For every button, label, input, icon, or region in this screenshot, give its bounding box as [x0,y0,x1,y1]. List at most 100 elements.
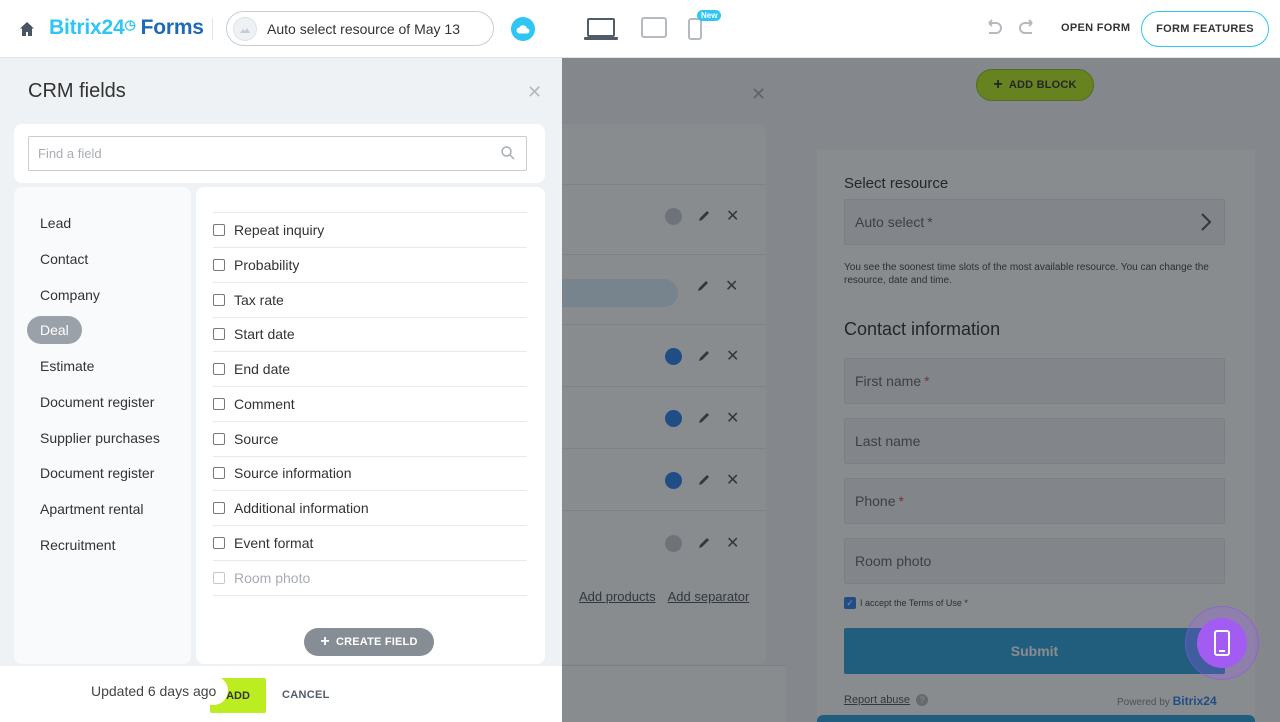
list-divider [562,184,766,185]
field-checkbox[interactable]: Source information [213,456,527,491]
category-deal[interactable]: Deal [27,316,82,344]
search-input[interactable]: Find a field [28,136,527,171]
add-separator-link[interactable]: Add separator [668,589,750,604]
pencil-icon[interactable] [696,208,712,224]
divider [212,18,213,40]
checkbox[interactable] [213,433,225,445]
category-document-register[interactable]: Document register [40,394,154,410]
resource-select[interactable]: Auto select * [844,199,1225,245]
close-icon[interactable]: ✕ [751,84,766,105]
list-divider [562,448,766,449]
pencil-icon[interactable] [696,472,712,488]
add-block-button[interactable]: + ADD BLOCK [976,69,1094,101]
field-checkbox[interactable]: Event format [213,526,527,561]
field-checkbox[interactable]: Tax rate [213,283,527,318]
field-checkbox[interactable]: Source [213,422,527,457]
category-lead[interactable]: Lead [40,215,71,231]
field-row-actions: ✕ [665,206,739,226]
undo-icon[interactable] [983,19,1003,37]
delete-icon[interactable]: ✕ [726,206,739,226]
category-estimate[interactable]: Estimate [40,358,94,374]
category-supplier-purchases[interactable]: Supplier purchases [40,430,160,446]
pencil-icon[interactable] [696,348,712,364]
contact-heading: Contact information [844,319,1001,339]
category-company[interactable]: Company [40,287,100,303]
top-bar: Bitrix24◷ Forms Auto select resource of M… [0,0,1280,58]
cloud-save-icon[interactable] [511,17,535,41]
field-row-actions: ✕ [665,346,739,366]
brand-logo: Bitrix24◷ Forms [49,16,204,39]
redo-icon[interactable] [1018,19,1038,37]
category-contact[interactable]: Contact [40,251,88,267]
field-checkbox[interactable]: Additional information [213,491,527,526]
checkbox [213,572,225,584]
category-document-register[interactable]: Document register [40,465,154,481]
field-row-actions: ✕ [665,533,739,553]
person-icon[interactable] [665,207,682,225]
person-icon[interactable] [665,534,682,552]
checkbox[interactable] [213,224,225,236]
delete-icon[interactable]: ✕ [726,408,739,428]
resource-note: You see the soonest time slots of the mo… [844,262,1209,286]
form-title-field[interactable]: Auto select resource of May 13 [226,11,494,46]
list-footer [562,665,786,722]
checkbox[interactable] [213,502,225,514]
field-checkbox[interactable]: End date [213,352,527,387]
delete-icon[interactable]: ✕ [725,276,738,296]
checkbox[interactable] [213,398,225,410]
field-checkbox[interactable]: Comment [213,387,527,422]
last-name-field[interactable]: Last name [844,418,1225,464]
create-field-button[interactable]: + CREATE FIELD [304,628,434,656]
report-abuse-link[interactable]: Report abuse [844,694,910,706]
form-features-button[interactable]: FORM FEATURES [1141,11,1269,47]
checkbox[interactable] [213,259,225,271]
laptop-icon[interactable] [584,17,618,41]
home-icon[interactable] [18,20,36,38]
cancel-button[interactable]: CANCEL [282,689,330,701]
checkbox[interactable] [213,467,225,479]
field-checkbox[interactable]: Probability [213,248,527,283]
list-links: Add products Add separator [579,589,749,604]
list-divider [562,386,766,387]
chevron-right-icon [1201,213,1212,231]
category-apartment-rental[interactable]: Apartment rental [40,501,144,517]
terms-checkbox[interactable]: ✓ I accept the Terms of Use * [844,597,968,609]
delete-icon[interactable]: ✕ [726,533,739,553]
preview-strip [817,715,1255,722]
field-checkbox[interactable]: Start date [213,317,527,352]
checkbox[interactable] [213,328,225,340]
field-row-actions: ✕ [665,470,739,490]
add-products-link[interactable]: Add products [579,589,656,604]
list-divider [562,324,766,325]
delete-icon[interactable]: ✕ [726,346,739,366]
pencil-icon[interactable] [696,535,712,551]
field-checkbox[interactable]: Repeat inquiry [213,213,527,248]
phone-field[interactable]: Phone * [844,478,1225,524]
mobile-preview-button[interactable] [1185,606,1259,680]
person-icon[interactable] [665,471,682,489]
delete-icon[interactable]: ✕ [726,470,739,490]
pencil-icon[interactable] [696,410,712,426]
person-icon[interactable] [665,409,682,427]
checkbox[interactable] [213,294,225,306]
room-photo-field[interactable]: Room photo [844,538,1225,584]
close-icon[interactable]: ✕ [527,82,542,103]
help-icon[interactable]: ? [916,694,928,706]
list-divider [562,254,766,255]
plus-icon: + [993,76,1003,93]
open-form-link[interactable]: OPEN FORM [1061,22,1130,34]
fields-list-card [562,124,766,664]
phone-icon[interactable] [688,18,702,40]
field-checkbox-disabled: Room photo [213,561,527,596]
person-icon[interactable] [665,347,682,365]
submit-button[interactable]: Submit [844,628,1225,674]
field-row-actions: ✕ [695,276,738,296]
category-recruitment[interactable]: Recruitment [40,537,115,553]
checkbox[interactable] [213,363,225,375]
search-icon[interactable] [500,145,516,161]
tablet-icon[interactable] [641,17,667,39]
pencil-icon[interactable] [695,278,711,294]
field-pill[interactable] [562,279,678,307]
first-name-field[interactable]: First name * [844,358,1225,404]
checkbox[interactable] [213,537,225,549]
